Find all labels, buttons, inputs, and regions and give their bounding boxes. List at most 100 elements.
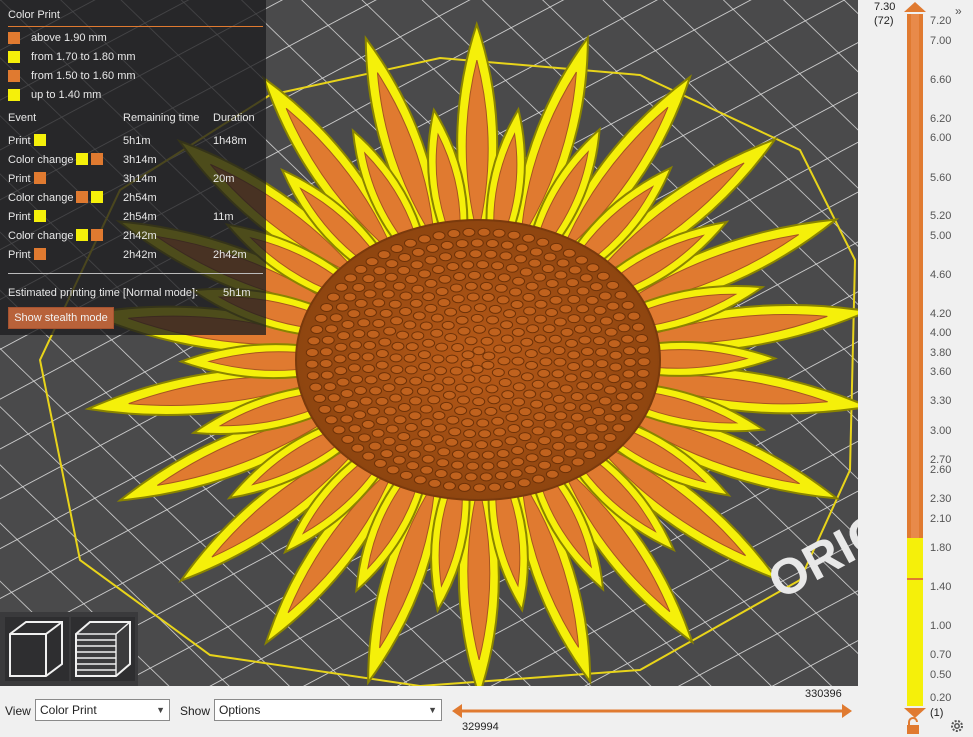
horizontal-slider-lower-value: 329994 bbox=[462, 721, 499, 733]
view-select[interactable]: Color Print ▼ bbox=[35, 699, 170, 721]
seed bbox=[505, 412, 519, 422]
seed bbox=[359, 396, 373, 406]
seed bbox=[549, 242, 563, 252]
seed bbox=[561, 421, 575, 431]
seed bbox=[531, 426, 545, 436]
seed bbox=[538, 436, 552, 446]
seed bbox=[496, 295, 510, 305]
top-layer-number: (72) bbox=[874, 15, 894, 27]
seed bbox=[334, 366, 348, 376]
seed bbox=[548, 334, 562, 344]
legend-range: up to 1.40 mm bbox=[8, 88, 101, 102]
seed bbox=[409, 396, 423, 406]
show-select[interactable]: Options ▼ bbox=[214, 699, 442, 721]
seed bbox=[574, 426, 588, 436]
seed bbox=[351, 443, 365, 453]
seed bbox=[568, 265, 582, 275]
seed bbox=[394, 443, 408, 453]
seed bbox=[523, 306, 537, 316]
seed bbox=[562, 248, 576, 258]
range-yellow-mid bbox=[907, 538, 923, 578]
seed bbox=[520, 372, 534, 382]
seed bbox=[445, 437, 459, 447]
seed bbox=[609, 350, 623, 360]
seed bbox=[637, 345, 651, 355]
lock-icon[interactable] bbox=[905, 717, 921, 735]
seed bbox=[438, 274, 452, 284]
seed bbox=[559, 384, 573, 394]
seed bbox=[464, 281, 478, 291]
event-row: Color change 2h54m bbox=[8, 191, 263, 205]
seed bbox=[528, 258, 542, 268]
slider-thumb-upper[interactable] bbox=[904, 2, 926, 12]
seed bbox=[407, 449, 421, 459]
seed bbox=[550, 429, 564, 439]
seed bbox=[603, 432, 617, 442]
seed bbox=[481, 461, 495, 471]
seed bbox=[612, 312, 626, 322]
seed bbox=[306, 371, 320, 381]
event-name: Print bbox=[8, 135, 31, 147]
seed bbox=[539, 357, 553, 367]
color-swatch bbox=[76, 191, 89, 203]
seed bbox=[503, 309, 517, 319]
seed bbox=[522, 292, 536, 302]
slider-thumb-upper[interactable] bbox=[842, 704, 852, 718]
seed bbox=[472, 397, 486, 407]
gear-icon[interactable] bbox=[949, 718, 965, 734]
seed bbox=[439, 401, 453, 411]
vertical-layer-slider[interactable] bbox=[902, 0, 928, 737]
seed bbox=[579, 370, 593, 380]
seed bbox=[524, 349, 538, 359]
seed bbox=[362, 363, 376, 373]
seed bbox=[538, 460, 552, 470]
seed bbox=[585, 295, 599, 305]
seed bbox=[404, 422, 418, 432]
seed bbox=[522, 233, 536, 243]
seed bbox=[403, 320, 417, 330]
color-swatch bbox=[91, 191, 104, 203]
seed bbox=[586, 263, 600, 273]
slider-thumb-lower[interactable] bbox=[452, 704, 462, 718]
layers-icon[interactable] bbox=[71, 617, 135, 681]
seed bbox=[552, 346, 566, 356]
seed bbox=[500, 240, 514, 250]
seed bbox=[424, 255, 438, 265]
seed bbox=[543, 419, 557, 429]
seed bbox=[439, 252, 453, 262]
seed bbox=[614, 290, 628, 300]
seed bbox=[579, 403, 593, 413]
seed bbox=[564, 373, 578, 383]
seed bbox=[500, 320, 514, 330]
seed bbox=[373, 458, 387, 468]
seed bbox=[488, 482, 502, 492]
color-swatch bbox=[33, 172, 46, 184]
horizontal-slider[interactable] bbox=[450, 702, 855, 722]
seed bbox=[454, 383, 468, 393]
seed bbox=[435, 342, 449, 352]
duration: 11m bbox=[213, 211, 234, 223]
seed bbox=[518, 432, 532, 442]
seed bbox=[627, 311, 641, 321]
seed bbox=[489, 439, 503, 449]
seed bbox=[327, 393, 341, 403]
seed bbox=[397, 431, 411, 441]
seed bbox=[518, 407, 532, 417]
tick-label: 3.00 bbox=[930, 425, 952, 437]
seed bbox=[358, 433, 372, 443]
3d-viewport[interactable]: ORIGINAL Color Print above 1.90 mm from … bbox=[0, 0, 858, 686]
seed bbox=[442, 390, 456, 400]
iso-cube-icon[interactable] bbox=[5, 617, 69, 681]
seed bbox=[603, 385, 617, 395]
seed bbox=[353, 385, 367, 395]
show-stealth-mode-button[interactable]: Show stealth mode bbox=[8, 307, 114, 329]
seed bbox=[411, 284, 425, 294]
collapse-sidebar-icon[interactable]: » bbox=[955, 4, 969, 18]
seed bbox=[511, 356, 525, 366]
seed bbox=[449, 283, 463, 293]
seed bbox=[337, 331, 351, 341]
seed bbox=[567, 350, 581, 360]
seed bbox=[595, 359, 609, 369]
color-swatch bbox=[91, 153, 104, 165]
seed bbox=[542, 324, 556, 334]
